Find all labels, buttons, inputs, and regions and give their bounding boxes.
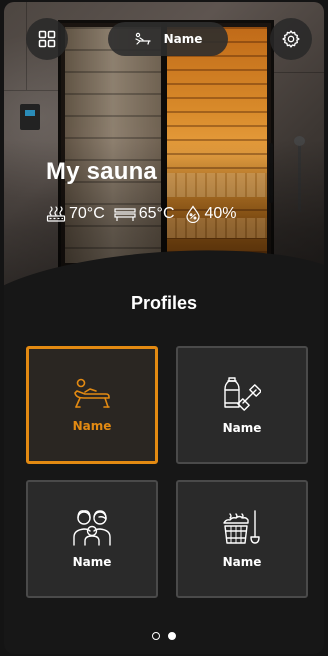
humidity-value: 40% [204, 205, 237, 222]
heater-temperature-value: 70°C [69, 205, 105, 222]
profile-label: Name [72, 555, 112, 569]
humidity-icon [185, 205, 200, 223]
bench-temperature: 65°C [114, 205, 175, 223]
profile-card-fitness[interactable]: Name [176, 346, 308, 464]
room-selector[interactable]: Name [108, 22, 228, 56]
family-icon [73, 510, 111, 546]
profile-label: Name [222, 555, 262, 569]
grid-icon [38, 30, 56, 48]
app-screen: Name My sauna 70°C 65°C 40% Profiles Nam… [4, 2, 324, 654]
gear-icon [282, 30, 300, 48]
bench-temperature-value: 65°C [138, 205, 175, 222]
profile-label: Name [222, 421, 262, 435]
sauna-bucket-icon [223, 510, 260, 544]
room-name: Name [163, 32, 203, 46]
lounger-icon [74, 378, 110, 408]
sauna-stats: 70°C 65°C 40% [46, 205, 237, 223]
profile-label: Name [72, 419, 112, 433]
page-dot-1[interactable] [152, 632, 160, 640]
profiles-heading: Profiles [130, 293, 198, 313]
lounger-icon [134, 32, 151, 45]
humidity: 40% [184, 205, 237, 223]
fitness-icon [224, 377, 261, 411]
heater-temperature: 70°C [46, 205, 105, 223]
profile-card-sauna[interactable]: Name [176, 480, 308, 598]
bench-icon [114, 208, 136, 221]
profile-card-family[interactable]: Name [26, 480, 158, 598]
profile-card-relax[interactable]: Name [26, 346, 158, 464]
page-indicator [4, 632, 324, 640]
menu-button[interactable] [26, 18, 68, 60]
sauna-title: My sauna [46, 158, 157, 185]
heater-icon [46, 206, 66, 222]
page-dot-2[interactable] [168, 632, 176, 640]
settings-button[interactable] [270, 18, 312, 60]
